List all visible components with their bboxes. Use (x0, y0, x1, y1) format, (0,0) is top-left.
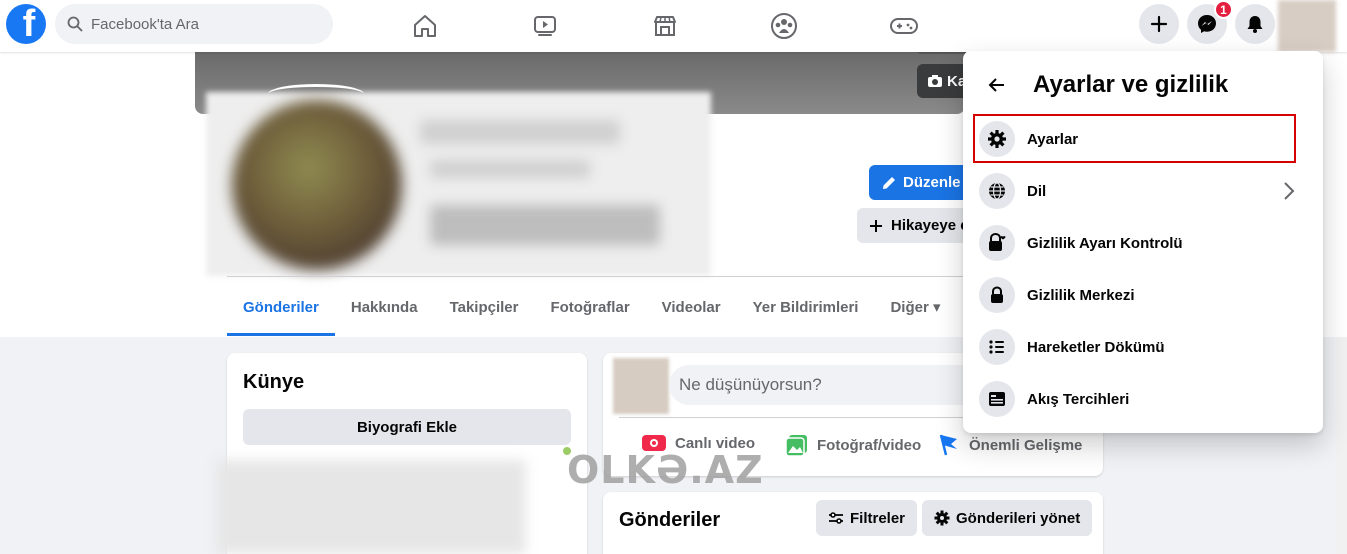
tab-more[interactable]: Diğer ▾ (874, 278, 956, 336)
tab-about[interactable]: Hakkında (335, 278, 434, 336)
photo-video-button[interactable]: Fotoğraf/video (785, 433, 921, 457)
gear-icon (979, 121, 1015, 157)
flag-icon (939, 434, 957, 456)
lock-icon (979, 277, 1015, 313)
pencil-icon (883, 176, 895, 189)
camera-icon (928, 75, 942, 87)
menu-item-feed-preferences[interactable]: Akış Tercihleri (971, 373, 1315, 425)
menu-item-label: Ayarlar (1027, 130, 1079, 148)
menu-item-privacy-checkup[interactable]: Gizlilik Ayarı Kontrolü (971, 217, 1315, 269)
profile-divider (227, 276, 967, 277)
notifications-button[interactable] (1235, 4, 1275, 44)
lock-heart-icon (979, 225, 1015, 261)
filter-icon (829, 512, 843, 524)
posts-header-card: Gönderiler Filtreler Gönderileri yönet (603, 492, 1103, 554)
tab-photos[interactable]: Fotoğraflar (534, 278, 645, 336)
tab-posts[interactable]: Gönderiler (227, 278, 335, 336)
search-icon (67, 16, 83, 32)
composer-avatar (613, 358, 669, 414)
blurred-intro-details (216, 460, 526, 554)
life-event-label: Önemli Gelişme (969, 436, 1083, 454)
gear-icon (934, 510, 950, 526)
filters-label: Filtreler (850, 509, 906, 527)
gaming-icon[interactable] (886, 8, 922, 44)
tab-check-ins[interactable]: Yer Bildirimleri (737, 278, 875, 336)
menu-item-language[interactable]: Dil (971, 165, 1315, 217)
globe-icon (979, 173, 1015, 209)
marketplace-icon[interactable] (647, 8, 683, 44)
blurred-subtitle (430, 160, 590, 178)
photo-video-label: Fotoğraf/video (817, 436, 922, 454)
photo-icon (785, 435, 807, 457)
menu-item-privacy-center[interactable]: Gizlilik Merkezi (971, 269, 1315, 321)
plus-icon (1150, 15, 1168, 33)
menu-item-label: Dil (1027, 182, 1047, 200)
blurred-friends (430, 205, 660, 245)
edit-profile-button[interactable]: Düzenle (869, 165, 969, 200)
profile-tabs: Gönderiler Hakkında Takipçiler Fotoğrafl… (227, 278, 957, 336)
watch-icon[interactable] (527, 8, 563, 44)
menu-item-settings[interactable]: Ayarlar (971, 113, 1315, 165)
home-icon[interactable] (407, 8, 443, 44)
add-to-story-button[interactable]: Hikayeye e (857, 208, 969, 243)
blurred-name (420, 120, 620, 144)
intro-title: Künye (243, 371, 305, 393)
menu-item-label: Gizlilik Merkezi (1027, 286, 1135, 304)
menu-title: Ayarlar ve gizlilik (1033, 71, 1229, 98)
add-to-story-label: Hikayeye e (891, 217, 969, 234)
menu-item-activity-log[interactable]: Hareketler Dökümü (971, 321, 1315, 373)
groups-icon[interactable] (766, 8, 802, 44)
search-input[interactable] (91, 15, 311, 33)
menu-item-label: Akış Tercihleri (1027, 390, 1130, 408)
bell-icon (1247, 16, 1263, 33)
manage-posts-button[interactable]: Gönderileri yönet (922, 500, 1093, 536)
feed-icon (979, 381, 1015, 417)
settings-privacy-menu: Ayarlar ve gizlilik Ayarlar Dil Gizlilik… (963, 51, 1323, 433)
life-event-button[interactable]: Önemli Gelişme (937, 433, 1082, 457)
add-bio-button[interactable]: Biyografi Ekle (243, 409, 571, 445)
messenger-badge: 1 (1214, 0, 1233, 19)
menu-item-label: Gizlilik Ayarı Kontrolü (1027, 234, 1183, 252)
filters-button[interactable]: Filtreler (816, 500, 918, 536)
arrow-left-icon (988, 78, 1004, 92)
manage-posts-label: Gönderileri yönet (956, 509, 1081, 527)
create-button[interactable] (1139, 4, 1179, 44)
chevron-right-icon (1284, 182, 1295, 200)
back-button[interactable] (979, 67, 1015, 103)
profile-picture[interactable] (232, 100, 402, 270)
watermark-dot (563, 447, 571, 455)
plus-icon (870, 219, 882, 232)
menu-item-label: Hareketler Dökümü (1027, 338, 1165, 356)
posts-title: Gönderiler (619, 509, 721, 531)
messenger-icon (1198, 15, 1216, 33)
tab-videos[interactable]: Videolar (646, 278, 737, 336)
search-box[interactable] (55, 4, 333, 44)
list-icon (979, 329, 1015, 365)
facebook-logo[interactable]: f (6, 4, 46, 44)
menu-header: Ayarlar ve gizlilik (979, 67, 1228, 103)
edit-profile-label: Düzenle (903, 174, 961, 191)
watermark: OLKƏ.AZ (567, 448, 764, 492)
messenger-button[interactable]: 1 (1187, 0, 1233, 44)
top-navigation-bar: f 1 (0, 0, 1347, 52)
account-avatar[interactable] (1278, 0, 1336, 52)
tab-followers[interactable]: Takipçiler (434, 278, 535, 336)
